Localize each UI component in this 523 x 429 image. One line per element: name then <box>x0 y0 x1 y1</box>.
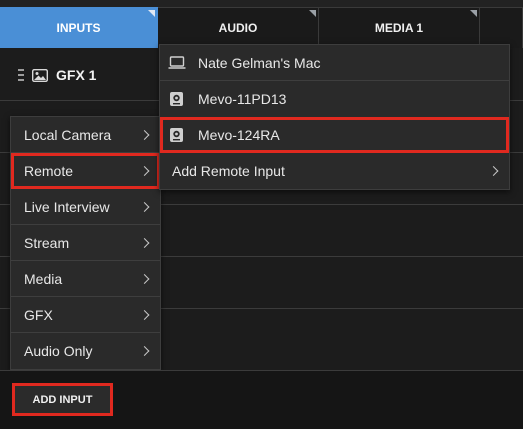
input-row-label: GFX 1 <box>56 67 97 83</box>
tab-corner-indicator <box>309 10 316 17</box>
add-input-menu: Local Camera Remote Live Interview Strea… <box>10 116 161 370</box>
chevron-right-icon <box>139 310 150 320</box>
tab-media-1-label: MEDIA 1 <box>374 21 424 35</box>
chevron-right-icon <box>139 274 150 284</box>
submenu-item-mevo-11pd13[interactable]: Mevo-11PD13 <box>160 81 509 117</box>
tab-audio-label: AUDIO <box>218 21 258 35</box>
menu-item-stream[interactable]: Stream <box>11 225 160 261</box>
menu-item-label: Live Interview <box>24 199 110 215</box>
menu-item-local-camera[interactable]: Local Camera <box>11 117 160 153</box>
submenu-item-label: Add Remote Input <box>172 163 285 179</box>
chevron-right-icon <box>139 346 150 356</box>
tab-empty <box>480 7 523 48</box>
mevo-camera-icon <box>170 128 183 142</box>
submenu-item-nate-gelmans-mac[interactable]: Nate Gelman's Mac <box>160 45 509 81</box>
laptop-icon <box>168 56 186 69</box>
mevo-camera-icon <box>170 92 183 106</box>
menu-item-label: Stream <box>24 235 70 251</box>
tab-inputs[interactable]: INPUTS <box>0 7 158 48</box>
tab-media-1[interactable]: MEDIA 1 <box>319 7 480 48</box>
tab-audio[interactable]: AUDIO <box>158 7 319 48</box>
menu-item-label: Audio Only <box>24 343 93 359</box>
menu-item-label: Local Camera <box>24 127 112 143</box>
image-icon <box>32 68 48 82</box>
chevron-right-icon <box>139 130 150 140</box>
menu-item-live-interview[interactable]: Live Interview <box>11 189 160 225</box>
add-input-label: ADD INPUT <box>32 393 93 406</box>
add-input-button[interactable]: ADD INPUT <box>12 383 113 416</box>
submenu-item-mevo-124ra[interactable]: Mevo-124RA <box>160 117 509 153</box>
drag-handle-icon[interactable] <box>18 69 24 81</box>
menu-item-audio-only[interactable]: Audio Only <box>11 333 160 369</box>
tab-corner-indicator <box>148 10 155 17</box>
remote-submenu: Nate Gelman's Mac Mevo-11PD13 Mevo-124RA… <box>159 44 510 190</box>
tab-bar: INPUTS AUDIO MEDIA 1 <box>0 0 523 48</box>
chevron-right-icon <box>139 166 150 176</box>
menu-item-label: GFX <box>24 307 53 323</box>
input-row-gfx-1[interactable]: GFX 1 <box>18 64 96 86</box>
menu-item-label: Media <box>24 271 63 287</box>
menu-item-media[interactable]: Media <box>11 261 160 297</box>
menu-item-label: Remote <box>24 163 74 179</box>
chevron-right-icon <box>488 166 499 176</box>
chevron-right-icon <box>139 202 150 212</box>
menu-item-remote[interactable]: Remote <box>11 153 160 189</box>
chevron-right-icon <box>139 238 150 248</box>
tab-corner-indicator <box>470 10 477 17</box>
submenu-item-add-remote-input[interactable]: Add Remote Input <box>160 153 509 189</box>
menu-item-gfx[interactable]: GFX <box>11 297 160 333</box>
tab-inputs-label: INPUTS <box>56 21 101 35</box>
